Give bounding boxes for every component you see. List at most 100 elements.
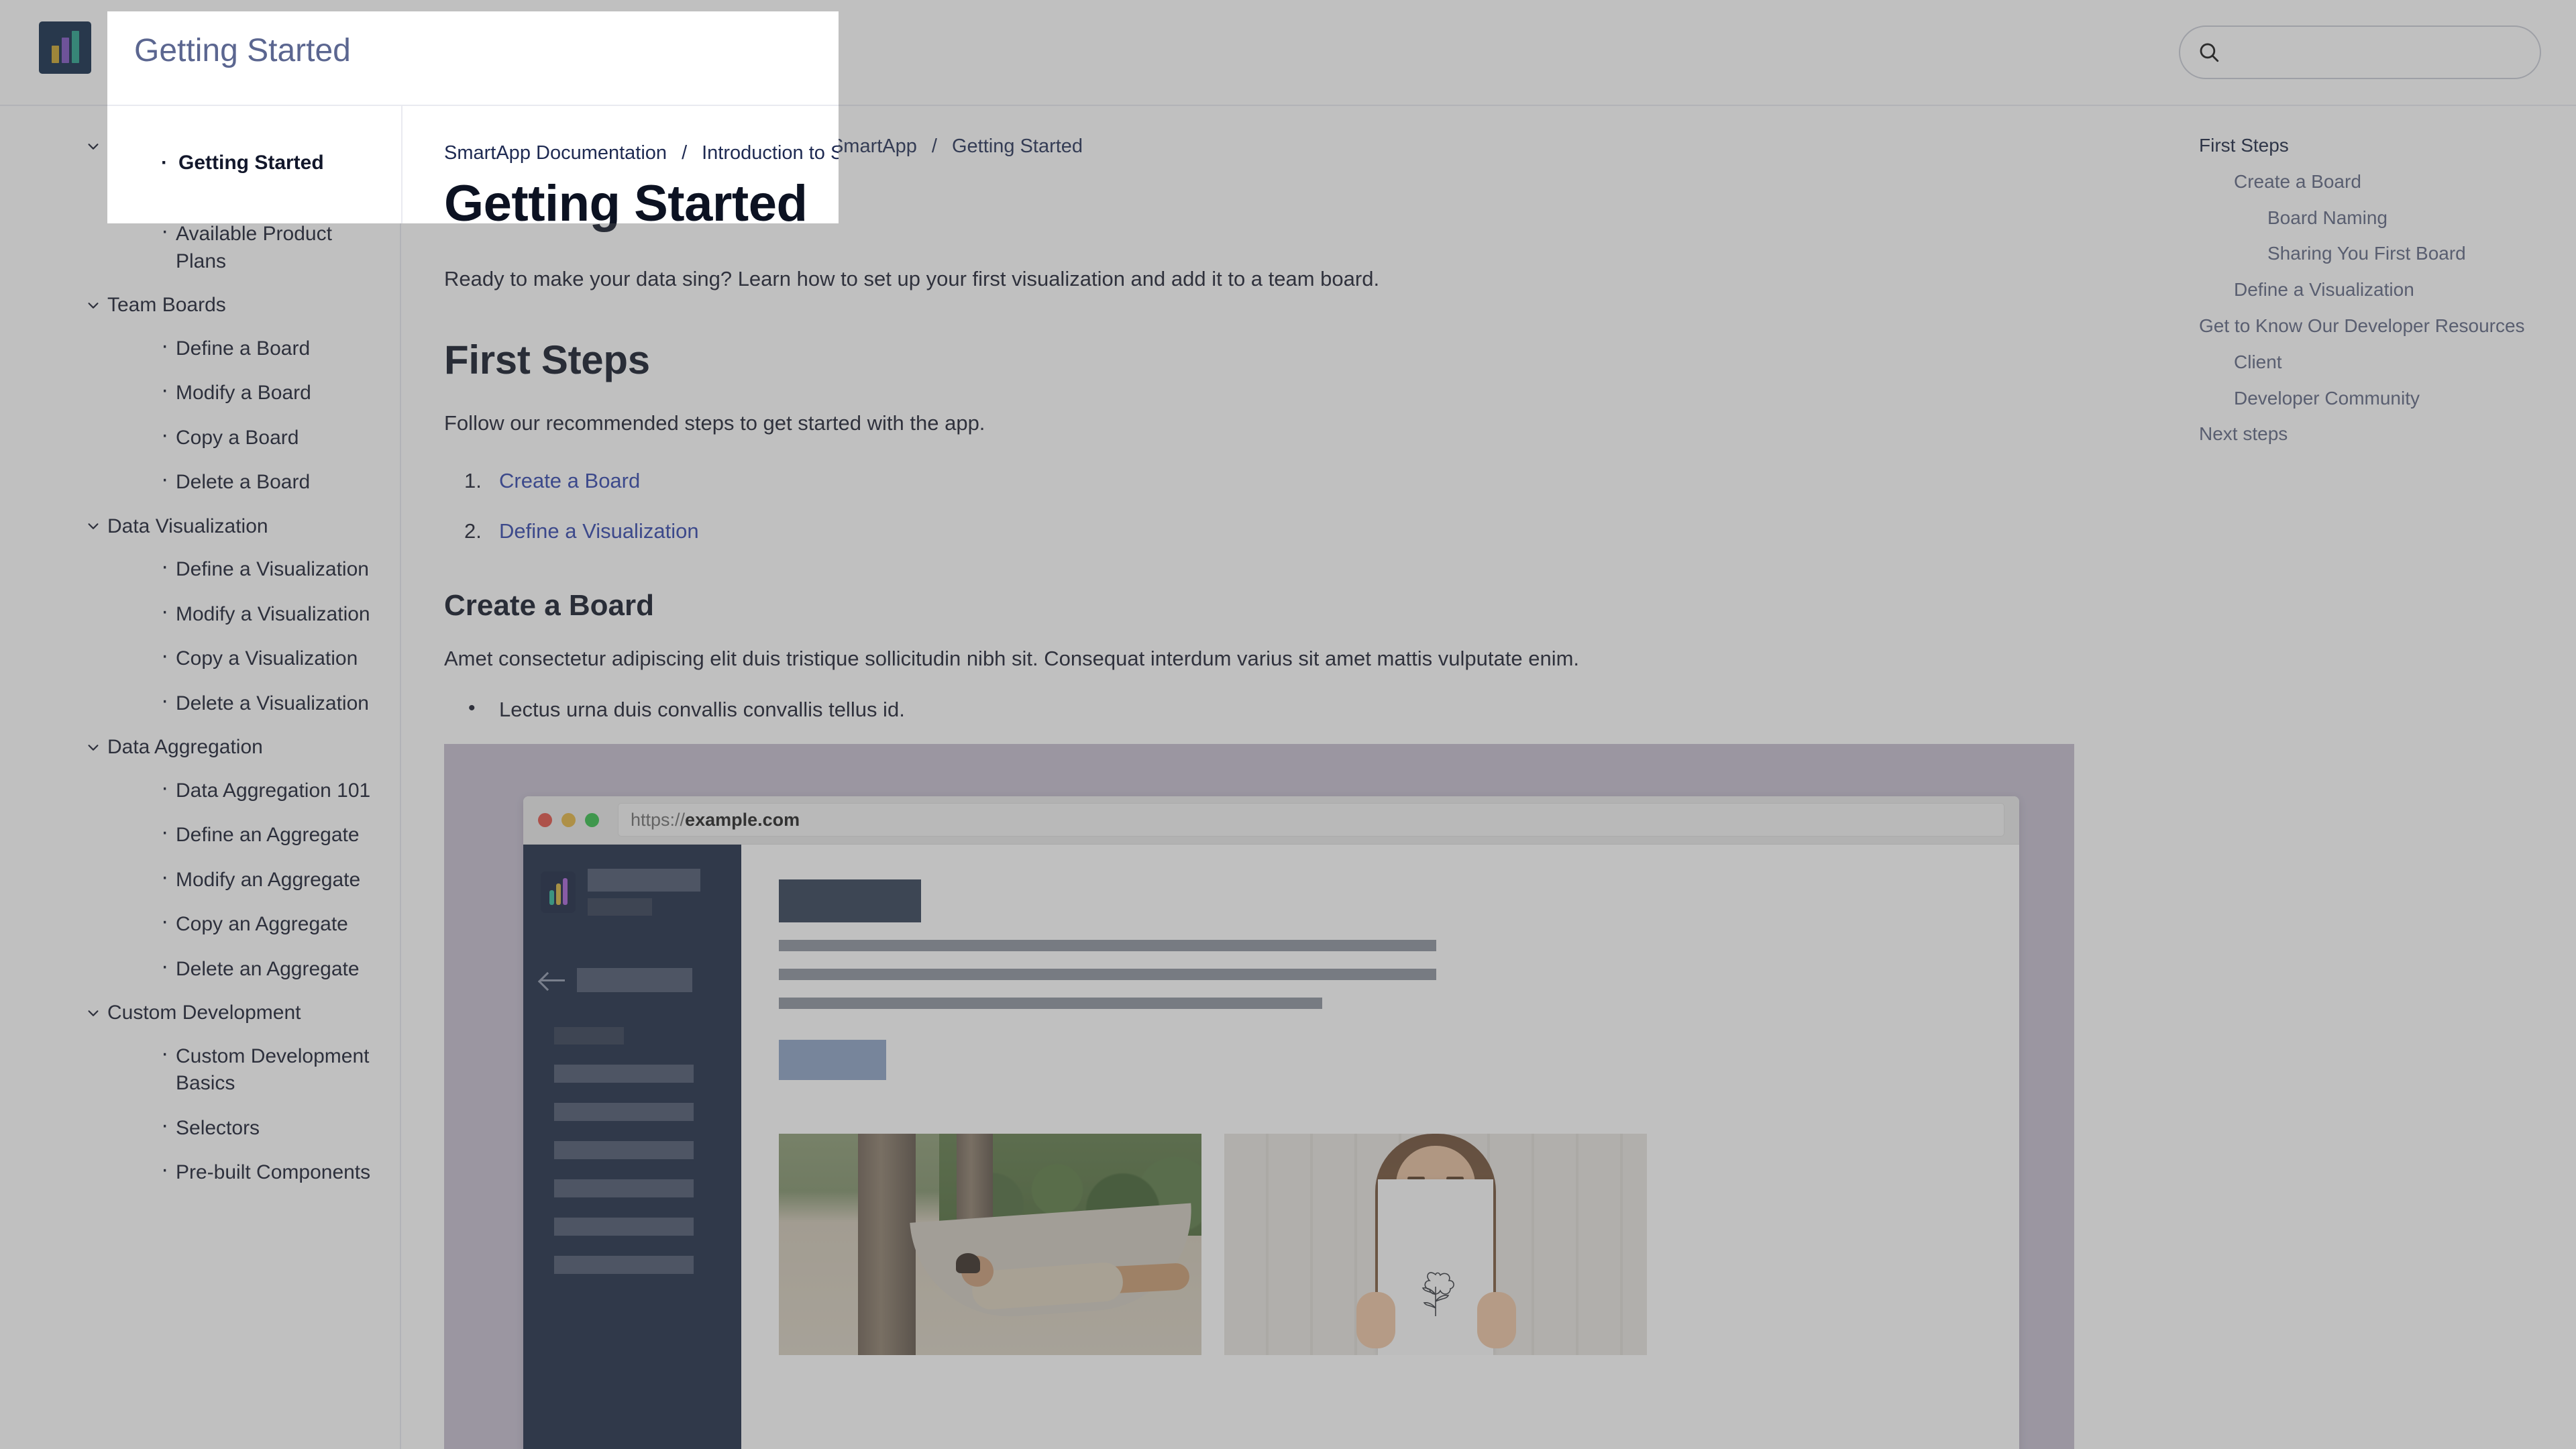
sidebar-item-delete-a-board[interactable]: Delete a Board [0, 460, 400, 505]
sidebar-item-selectors[interactable]: Selectors [0, 1106, 400, 1151]
sidebar-group-custom-development[interactable]: Custom Development [0, 991, 400, 1034]
breadcrumb-item-2[interactable]: Getting Started [952, 136, 1083, 158]
browser-url-bar[interactable]: https://example.com [618, 803, 2004, 837]
sidebar-item-define-a-visualization[interactable]: Define a Visualization [0, 547, 400, 592]
first-steps-list: 1. Create a Board 2. Define a Visualizat… [444, 466, 2113, 546]
list-item: Lectus urna duis convallis convallis tel… [444, 694, 2113, 725]
table-of-contents: First Steps Create a Board Board Naming Sha… [2175, 106, 2576, 1449]
step-link-create-a-board[interactable]: Create a Board [499, 469, 640, 492]
list-item: 1. Create a Board [444, 466, 2113, 495]
mock-menu-item [554, 1102, 694, 1121]
browser-chrome-bar: https://example.com [523, 796, 2019, 845]
sidebar-item-copy-a-board[interactable]: Copy a Board [0, 416, 400, 461]
mock-menu-list [523, 1026, 741, 1274]
mock-chip [779, 1039, 886, 1080]
photo-print-hand [1477, 1291, 1516, 1348]
toc-item-board-naming[interactable]: Board Naming [2199, 200, 2549, 236]
first-steps-intro: Follow our recommended steps to get star… [444, 411, 985, 435]
toc-item-create-a-board[interactable]: Create a Board [2199, 164, 2549, 200]
section-heading-create-a-board: Create a Board [444, 588, 655, 622]
spotlight-breadcrumb-separator: / [682, 142, 688, 164]
spotlight-nav-item-getting-started[interactable]: · Getting Started [161, 152, 324, 174]
mock-logo-placeholder-lines [588, 868, 700, 916]
bullet-icon: · [161, 152, 168, 174]
photo-hammock[interactable] [779, 1133, 1201, 1355]
spotlight-highlight-panel: Getting Started · Getting Started SmartAp… [107, 11, 839, 223]
logo-bar-3 [71, 31, 79, 63]
maximize-dot-icon [585, 812, 599, 827]
board-screenshot-figure: https://example.com [444, 743, 2074, 1449]
photo-print[interactable] [1224, 1133, 1647, 1355]
mock-logo-row [523, 862, 741, 916]
mock-logo-bar-1 [549, 890, 554, 905]
spotlight-divider [401, 106, 402, 223]
toc-item-first-steps[interactable]: First Steps [2199, 127, 2549, 164]
sidebar-item-modify-a-visualization[interactable]: Modify a Visualization [0, 592, 400, 637]
spotlight-content: Getting Started · Getting Started SmartAp… [107, 11, 839, 223]
sidebar-group-data-visualization[interactable]: Data Visualization [0, 505, 400, 548]
mock-logo-bar-3 [562, 877, 568, 905]
toc-item-define-a-visualization[interactable]: Define a Visualization [2199, 272, 2549, 308]
photo-hammock-hair [956, 1252, 980, 1273]
photo-print-hand [1356, 1291, 1395, 1348]
mock-photo-grid [779, 1133, 2019, 1355]
arrow-left-icon[interactable] [541, 971, 565, 989]
browser-viewport [523, 844, 2019, 1449]
sidebar-item-pre-built-components[interactable]: Pre-built Components [0, 1150, 400, 1195]
sidebar-item-define-an-aggregate[interactable]: Define an Aggregate [0, 813, 400, 858]
logo-bar-1 [51, 46, 59, 63]
toc-item-next-steps[interactable]: Next steps [2199, 416, 2549, 452]
create-a-board-bullets: Lectus urna duis convallis convallis tel… [444, 694, 2113, 725]
spotlight-breadcrumb: SmartApp Documentation / Introduction to S… [444, 142, 839, 164]
sidebar-group-label: Data Aggregation [107, 736, 263, 758]
chevron-down-icon [88, 143, 99, 150]
step-link-define-a-visualization[interactable]: Define a Visualization [499, 519, 699, 543]
sidebar-item-custom-development-basics[interactable]: Custom Development Basics [0, 1034, 400, 1106]
sidebar-group-data-aggregation[interactable]: Data Aggregation [0, 726, 400, 769]
minimize-dot-icon [561, 812, 576, 827]
sidebar-navigation: Introduction to SmartAppGetting StartedA… [0, 106, 401, 1449]
spotlight-breadcrumb-item-0[interactable]: SmartApp Documentation [444, 142, 667, 164]
search-box[interactable] [2179, 25, 2541, 79]
sidebar-item-define-a-board[interactable]: Define a Board [0, 327, 400, 372]
mock-menu-item [554, 1217, 694, 1236]
mock-text-line [779, 997, 1322, 1009]
close-dot-icon [538, 812, 552, 827]
toc-item-developer-community[interactable]: Developer Community [2199, 380, 2549, 417]
spotlight-breadcrumb-item-1[interactable]: Introduction to SmartApp [702, 142, 839, 164]
mock-placeholder-line [577, 967, 692, 992]
spotlight-body: · Getting Started SmartApp Documentation /… [107, 106, 839, 223]
mock-app-sidebar [523, 844, 741, 1449]
mock-title-block [779, 879, 921, 922]
sidebar-group-label: Team Boards [107, 294, 226, 316]
sidebar-group-label: Data Visualization [107, 515, 268, 537]
mock-placeholder-line [588, 898, 652, 916]
sidebar-group-team-boards[interactable]: Team Boards [0, 284, 400, 327]
sidebar-item-copy-a-visualization[interactable]: Copy a Visualization [0, 637, 400, 682]
chevron-down-icon [88, 523, 99, 530]
sidebar-item-modify-an-aggregate[interactable]: Modify an Aggregate [0, 858, 400, 903]
mock-menu-item [554, 1026, 624, 1044]
spotlight-title: Getting Started [134, 33, 351, 68]
sidebar-item-delete-an-aggregate[interactable]: Delete an Aggregate [0, 947, 400, 992]
sidebar-item-copy-an-aggregate[interactable]: Copy an Aggregate [0, 902, 400, 947]
toc-item-get-to-know-our-developer-resources[interactable]: Get to Know Our Developer Resources [2199, 308, 2549, 344]
spotlight-page-title: Getting Started [444, 175, 808, 223]
step-number: 2. [464, 519, 482, 543]
sidebar-item-data-aggregation-101[interactable]: Data Aggregation 101 [0, 769, 400, 814]
url-scheme: https:// [631, 809, 686, 830]
sidebar-item-delete-a-visualization[interactable]: Delete a Visualization [0, 682, 400, 727]
logo-bar-2 [61, 38, 69, 63]
smartapp-logo[interactable] [39, 21, 91, 74]
section-heading-first-steps: First Steps [444, 337, 650, 383]
main-content: SmartApp Documentation / Introduction to… [402, 106, 2174, 1449]
chevron-down-icon [88, 302, 99, 309]
toc-item-sharing-you-first-board[interactable]: Sharing You First Board [2199, 235, 2549, 272]
toc-item-client[interactable]: Client [2199, 344, 2549, 380]
flower-icon [1421, 1272, 1454, 1316]
sidebar-item-modify-a-board[interactable]: Modify a Board [0, 371, 400, 416]
search-input[interactable] [2230, 41, 2522, 64]
chevron-down-icon [88, 744, 99, 751]
url-host: example.com [685, 809, 800, 830]
browser-mockup: https://example.com [523, 796, 2019, 1449]
